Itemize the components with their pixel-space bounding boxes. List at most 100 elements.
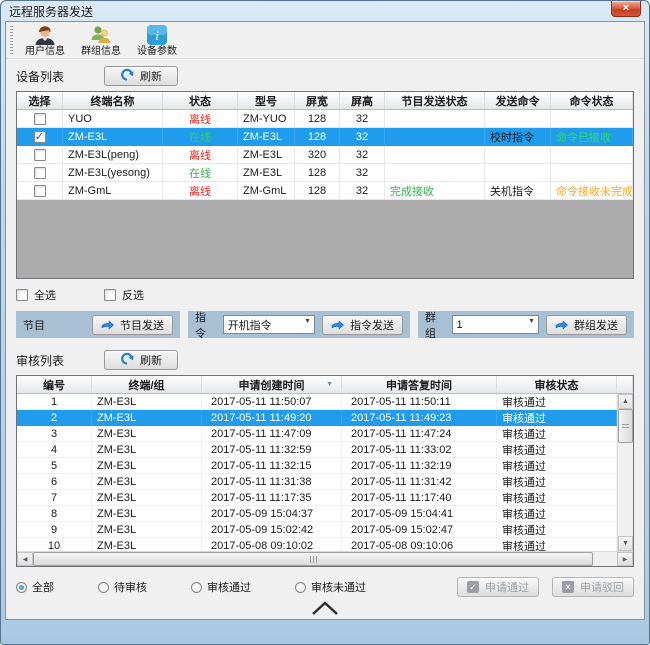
review-row[interactable]: 2 ZM-E3L 2017-05-11 11:49:20 2017-05-11 …: [17, 410, 617, 426]
toolbar-group-info-label: 群组信息: [81, 47, 121, 57]
review-row[interactable]: 3 ZM-E3L 2017-05-11 11:47:09 2017-05-11 …: [17, 426, 617, 442]
review-refresh-button[interactable]: 刷新: [104, 350, 178, 370]
device-name: ZM-E3L: [63, 128, 163, 145]
review-col-number[interactable]: 编号: [17, 376, 92, 393]
select-all-checkbox[interactable]: [16, 289, 28, 301]
filter-radio-option[interactable]: 待审核: [98, 579, 147, 595]
device-refresh-button[interactable]: 刷新: [104, 66, 178, 86]
group-select[interactable]: 1 ▼: [452, 315, 539, 334]
device-checkbox[interactable]: [34, 131, 46, 143]
toolbar-gripper[interactable]: [10, 26, 13, 54]
review-col-created-label: 申请创建时间: [239, 377, 305, 393]
device-col-select[interactable]: 选择: [17, 92, 63, 109]
review-col-terminal[interactable]: 终端/组: [92, 376, 202, 393]
radio-icon[interactable]: [16, 582, 27, 593]
vertical-scroll-thumb[interactable]: [618, 409, 633, 443]
scroll-down-icon[interactable]: ▼: [618, 536, 633, 551]
filter-option-label: 待审核: [114, 579, 147, 595]
radio-icon[interactable]: [98, 582, 109, 593]
device-col-name[interactable]: 终端名称: [63, 92, 163, 109]
device-send-command: [485, 146, 551, 163]
close-button[interactable]: ×: [611, 1, 641, 17]
title-bar[interactable]: 远程服务器发送 ×: [1, 1, 649, 21]
approve-request-button[interactable]: ✓ 申请通过: [457, 577, 539, 597]
horizontal-scroll-thumb[interactable]: [33, 552, 593, 566]
review-row[interactable]: 8 ZM-E3L 2017-05-09 15:04:37 2017-05-09 …: [17, 506, 617, 522]
group-label: 群组: [425, 309, 444, 341]
program-send-button[interactable]: 节目发送: [92, 315, 173, 335]
group-send-label: 群组发送: [574, 317, 618, 333]
device-row[interactable]: YUO 离线 ZM-YUO 128 32: [17, 110, 633, 128]
device-col-command-status[interactable]: 命令状态: [551, 92, 633, 109]
device-row[interactable]: ZM-E3L 在线 ZM-E3L 128 32 校时指令 命令已接收: [17, 128, 633, 146]
horizontal-scrollbar[interactable]: ◀ ▶: [17, 551, 633, 566]
command-label: 指令: [195, 309, 215, 341]
device-col-model[interactable]: 型号: [238, 92, 295, 109]
vertical-scrollbar[interactable]: ▲ ▼: [617, 394, 633, 551]
review-row[interactable]: 1 ZM-E3L 2017-05-11 11:50:07 2017-05-11 …: [17, 394, 617, 410]
device-col-screen-height[interactable]: 屏高: [340, 92, 385, 109]
device-checkbox[interactable]: [34, 149, 46, 161]
device-name: ZM-E3L(peng): [63, 146, 163, 163]
command-panel: 指令 开机指令 ▼ 指令发送: [188, 311, 410, 338]
device-rows: YUO 离线 ZM-YUO 128 32 ZM-E3L 在线: [17, 110, 633, 200]
review-created-time: 2017-05-09 15:02:42: [202, 522, 342, 537]
command-send-button[interactable]: 指令发送: [322, 315, 403, 335]
device-checkbox[interactable]: [34, 167, 46, 179]
filter-radio-option[interactable]: 审核通过: [191, 579, 251, 595]
device-row[interactable]: ZM-E3L(peng) 离线 ZM-E3L 320 32: [17, 146, 633, 164]
vertical-scroll-track[interactable]: [618, 443, 633, 536]
collapse-handle[interactable]: [6, 597, 644, 619]
toolbar-device-params-button[interactable]: i 设备参数: [130, 23, 184, 57]
invert-selection-label: 反选: [122, 287, 144, 303]
review-row[interactable]: 9 ZM-E3L 2017-05-09 15:02:42 2017-05-09 …: [17, 522, 617, 538]
review-replied-time: 2017-05-11 11:17:40: [342, 490, 497, 505]
filter-radio-option[interactable]: 全部: [16, 579, 54, 595]
review-col-created[interactable]: 申请创建时间 ▼: [202, 376, 342, 393]
radio-icon[interactable]: [295, 582, 306, 593]
radio-icon[interactable]: [191, 582, 202, 593]
review-table: 编号 终端/组 申请创建时间 ▼ 申请答复时间 审核状态 1 ZM-E3L 20…: [16, 375, 634, 567]
device-checkbox[interactable]: [34, 185, 46, 197]
review-col-replied[interactable]: 申请答复时间: [342, 376, 497, 393]
toolbar-user-info-button[interactable]: 用户信息: [18, 23, 72, 57]
scroll-up-icon[interactable]: ▲: [618, 394, 633, 409]
review-row[interactable]: 5 ZM-E3L 2017-05-11 11:32:15 2017-05-11 …: [17, 458, 617, 474]
device-col-status[interactable]: 状态: [163, 92, 238, 109]
device-row[interactable]: ZM-GmL 离线 ZM-GmL 128 32 完成接收 关机指令 命令接收未完…: [17, 182, 633, 200]
review-status: 审核通过: [497, 506, 617, 521]
device-section-header: 设备列表 刷新: [6, 59, 644, 89]
horizontal-scroll-track[interactable]: [593, 552, 617, 566]
toolbar-group-info-button[interactable]: 群组信息: [74, 23, 128, 57]
scroll-right-icon[interactable]: ▶: [617, 552, 633, 566]
review-row[interactable]: 4 ZM-E3L 2017-05-11 11:32:59 2017-05-11 …: [17, 442, 617, 458]
review-row[interactable]: 7 ZM-E3L 2017-05-11 11:17:35 2017-05-11 …: [17, 490, 617, 506]
device-select-cell: [17, 128, 63, 145]
invert-selection-checkbox[interactable]: [104, 289, 116, 301]
device-select-cell: [17, 182, 63, 199]
filter-radio-option[interactable]: 审核未通过: [295, 579, 366, 595]
device-col-send-command[interactable]: 发送命令: [485, 92, 551, 109]
device-row[interactable]: ZM-E3L(yesong) 在线 ZM-E3L 128 32: [17, 164, 633, 182]
review-list-title: 审核列表: [16, 352, 78, 369]
review-terminal: ZM-E3L: [92, 426, 202, 441]
command-select[interactable]: 开机指令 ▼: [223, 315, 315, 334]
group-send-button[interactable]: 群组发送: [546, 315, 627, 335]
reject-request-button[interactable]: × 申请驳回: [552, 577, 634, 597]
device-select-cell: [17, 110, 63, 127]
device-col-screen-width[interactable]: 屏宽: [295, 92, 340, 109]
check-icon: ✓: [467, 581, 479, 593]
review-table-header: 编号 终端/组 申请创建时间 ▼ 申请答复时间 审核状态: [17, 376, 633, 394]
device-name: ZM-GmL: [63, 182, 163, 199]
device-model: ZM-GmL: [238, 182, 295, 199]
device-col-program-status[interactable]: 节目发送状态: [385, 92, 485, 109]
sort-desc-icon[interactable]: ▼: [326, 381, 333, 388]
device-checkbox[interactable]: [34, 113, 46, 125]
review-col-status[interactable]: 审核状态: [497, 376, 617, 393]
program-panel: 节目 节目发送: [16, 311, 180, 338]
review-row[interactable]: 6 ZM-E3L 2017-05-11 11:31:38 2017-05-11 …: [17, 474, 617, 490]
refresh-icon: [120, 68, 134, 84]
device-table-empty-area: [17, 200, 633, 278]
info-icon: i: [146, 24, 168, 46]
scroll-left-icon[interactable]: ◀: [17, 552, 33, 566]
